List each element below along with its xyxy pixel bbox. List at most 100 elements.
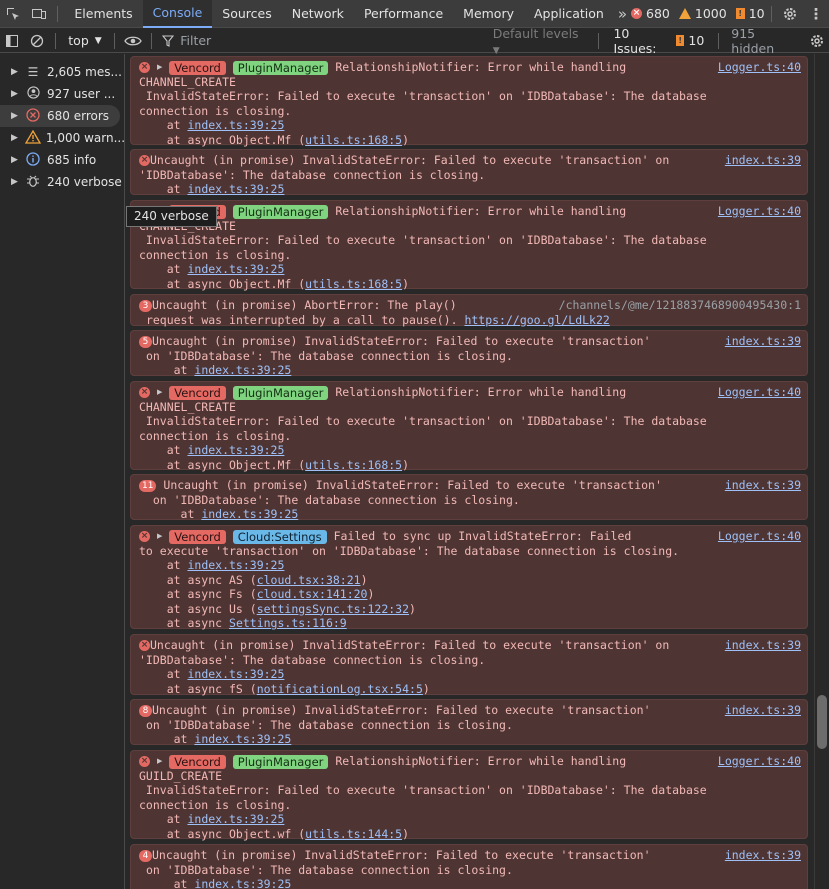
tooltip: 240 verbose bbox=[126, 206, 217, 227]
stack-link[interactable]: index.ts:39:25 bbox=[187, 262, 284, 276]
console-error-message[interactable]: × Uncaught (in promise) InvalidStateError… bbox=[130, 149, 808, 196]
issues-button[interactable]: 10 Issues: ! 10 bbox=[605, 26, 712, 56]
clear-console-icon[interactable] bbox=[25, 27, 50, 55]
toolbar-divider bbox=[57, 5, 59, 22]
stack-link[interactable]: utils.ts:168:5 bbox=[305, 277, 402, 291]
live-expression-eye-icon[interactable] bbox=[121, 27, 146, 55]
tab-console[interactable]: Console bbox=[142, 0, 213, 28]
tab-memory[interactable]: Memory bbox=[453, 0, 524, 28]
stack-link[interactable]: index.ts:39:25 bbox=[194, 732, 291, 746]
repeat-count-badge: 11 bbox=[139, 479, 157, 492]
message-text: request was interrupted by a call to pau… bbox=[145, 312, 458, 327]
source-link[interactable]: Logger.ts:40 bbox=[718, 60, 801, 75]
message-text: RelationshipNotifier: Error while handli… bbox=[335, 754, 627, 768]
settings-gear-icon[interactable] bbox=[778, 0, 804, 28]
sidebar-item-user-messages[interactable]: ▶ 927 user ... bbox=[0, 83, 124, 105]
tab-network[interactable]: Network bbox=[282, 0, 354, 28]
tab-application[interactable]: Application bbox=[524, 0, 614, 28]
status-badges[interactable]: × 680 1000 ! 10 bbox=[631, 6, 765, 21]
console-error-message[interactable]: 11 Uncaught (in promise) InvalidStateErr… bbox=[130, 474, 808, 521]
source-link[interactable]: Logger.ts:40 bbox=[718, 754, 801, 769]
sidebar-item-errors[interactable]: ▶ 680 errors bbox=[0, 105, 120, 127]
scrollbar-thumb[interactable] bbox=[817, 695, 827, 749]
sidebar-item-warnings[interactable]: ▶ 1,000 warn... bbox=[0, 127, 124, 149]
source-link[interactable]: /channels/@me/1218837468900495430:1 bbox=[559, 298, 801, 313]
source-link[interactable]: index.ts:39 bbox=[725, 478, 801, 493]
issues-count: 10 bbox=[748, 6, 765, 21]
stack-link[interactable]: notificationLog.tsx:54:5 bbox=[257, 682, 423, 696]
toolbar-divider bbox=[598, 32, 600, 49]
stack-link[interactable]: index.ts:39:25 bbox=[187, 443, 284, 457]
sidebar-item-messages[interactable]: ▶ ☰ 2,605 mes... bbox=[0, 61, 124, 83]
context-selector[interactable]: top ▼ bbox=[62, 33, 107, 48]
console-error-message[interactable]: 4 Uncaught (in promise) InvalidStateError… bbox=[130, 844, 808, 889]
expand-arrow-icon[interactable]: ▶ bbox=[157, 756, 162, 766]
plugin-manager-tag: PluginManager bbox=[232, 204, 329, 219]
message-text: InvalidStateError: Failed to execute 'tr… bbox=[139, 233, 707, 247]
list-icon: ☰ bbox=[27, 65, 39, 79]
docs-link[interactable]: https://goo.gl/LdLk22 bbox=[464, 313, 609, 327]
message-text: RelationshipNotifier: Error while handli… bbox=[335, 60, 627, 74]
expand-arrow-icon[interactable]: ▶ bbox=[157, 62, 162, 72]
console-error-message[interactable]: 3 Uncaught (in promise) AbortError: The p… bbox=[130, 294, 808, 327]
stack-link[interactable]: cloud.tsx:38:21 bbox=[257, 573, 361, 587]
tab-sources[interactable]: Sources bbox=[212, 0, 281, 28]
source-link[interactable]: index.ts:39 bbox=[725, 153, 801, 168]
tab-elements[interactable]: Elements bbox=[64, 0, 142, 28]
stack-link[interactable]: utils.ts:168:5 bbox=[305, 458, 402, 472]
log-levels-dropdown[interactable]: Default levels ▼ bbox=[485, 26, 593, 56]
stack-link[interactable]: utils.ts:144:5 bbox=[305, 827, 402, 841]
stack-link[interactable]: settingsSync.ts:122:32 bbox=[257, 602, 409, 616]
stack-link[interactable]: index.ts:39:25 bbox=[201, 507, 298, 521]
console-error-message[interactable]: × Uncaught (in promise) InvalidStateError… bbox=[130, 634, 808, 696]
console-error-message[interactable]: × ▶ Vencord PluginManager RelationshipNo… bbox=[130, 381, 808, 472]
stack-link[interactable]: index.ts:39:25 bbox=[187, 118, 284, 132]
stack-link[interactable]: index.ts:39:25 bbox=[187, 182, 284, 196]
stack-link[interactable]: cloud.tsx:141:20 bbox=[257, 587, 368, 601]
expand-arrow-icon[interactable]: ▶ bbox=[157, 531, 162, 541]
source-link[interactable]: index.ts:39 bbox=[725, 638, 801, 653]
sidebar-item-label: 1,000 warn... bbox=[45, 131, 124, 145]
repeat-count-badge: 4 bbox=[139, 849, 152, 862]
filter-input[interactable]: Filter bbox=[162, 31, 484, 51]
console-error-message[interactable]: × ▶ Vencord PluginManager RelationshipNo… bbox=[130, 200, 808, 291]
stack-link[interactable]: index.ts:39:25 bbox=[194, 877, 291, 889]
source-link[interactable]: index.ts:39 bbox=[725, 334, 801, 349]
error-icon: × bbox=[631, 8, 643, 19]
source-link[interactable]: index.ts:39 bbox=[725, 848, 801, 863]
more-options-icon[interactable]: ⋮ bbox=[803, 0, 829, 28]
more-tabs-icon[interactable]: » bbox=[614, 0, 631, 28]
console-settings-gear-icon[interactable] bbox=[804, 27, 829, 55]
sidebar-item-info[interactable]: ▶ 685 info bbox=[0, 149, 124, 171]
stack-link[interactable]: index.ts:39:25 bbox=[187, 667, 284, 681]
stack-link[interactable]: index.ts:39:25 bbox=[187, 558, 284, 572]
stack-link[interactable]: index.ts:39:25 bbox=[194, 363, 291, 377]
scrollbar-track[interactable] bbox=[814, 54, 829, 889]
message-text: Uncaught (in promise) AbortError: The pl… bbox=[152, 298, 457, 312]
expand-arrow-icon: ▶ bbox=[11, 155, 18, 165]
source-link[interactable]: Logger.ts:40 bbox=[718, 385, 801, 400]
console-error-message[interactable]: × ▶ Vencord PluginManager RelationshipNo… bbox=[130, 750, 808, 841]
console-error-message[interactable]: × ▶ Vencord Cloud:Settings Failed to syn… bbox=[130, 525, 808, 630]
source-link[interactable]: Logger.ts:40 bbox=[718, 529, 801, 544]
device-toolbar-icon[interactable] bbox=[26, 0, 52, 28]
message-text: connection is closing. bbox=[139, 428, 292, 443]
stack-link[interactable]: Settings.ts:116:9 bbox=[229, 616, 347, 630]
expand-arrow-icon[interactable]: ▶ bbox=[157, 387, 162, 397]
error-icon: × bbox=[139, 756, 150, 767]
sidebar-item-verbose[interactable]: ▶ 240 verbose bbox=[0, 171, 124, 193]
source-link[interactable]: index.ts:39 bbox=[725, 703, 801, 718]
source-link[interactable]: Logger.ts:40 bbox=[718, 204, 801, 219]
tab-performance[interactable]: Performance bbox=[354, 0, 453, 28]
stack-link[interactable]: index.ts:39:25 bbox=[187, 812, 284, 826]
console-error-message[interactable]: 5 Uncaught (in promise) InvalidStateError… bbox=[130, 330, 808, 377]
stack-link[interactable]: utils.ts:168:5 bbox=[305, 133, 402, 147]
sidebar-toggle-icon[interactable] bbox=[0, 27, 25, 55]
console-error-message[interactable]: 8 Uncaught (in promise) InvalidStateError… bbox=[130, 699, 808, 746]
message-text: GUILD_CREATE bbox=[139, 768, 223, 783]
filter-funnel-icon bbox=[162, 34, 175, 47]
message-text: Uncaught (in promise) InvalidStateError:… bbox=[152, 703, 651, 717]
console-toolbar: top ▼ Filter Default levels ▼ 10 Issues:… bbox=[0, 26, 829, 56]
inspect-element-icon[interactable] bbox=[0, 0, 26, 28]
console-error-message[interactable]: × ▶ Vencord PluginManager RelationshipNo… bbox=[130, 56, 808, 147]
